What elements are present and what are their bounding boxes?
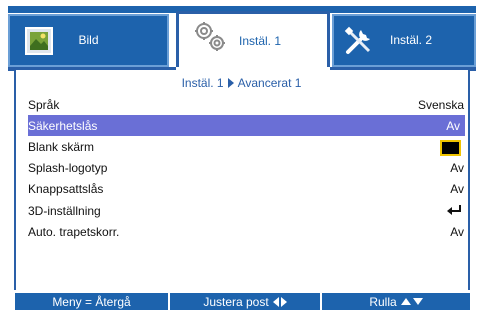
footer-scroll-hint: Rulla [322, 293, 470, 310]
row-value: Svenska [417, 98, 464, 112]
footer-adjust-hint: Justera post [170, 293, 322, 310]
menu-row-knappsattslas[interactable]: Knappsattslås Av [28, 178, 464, 199]
tab-instal-2-label: Instäl. 2 [390, 33, 433, 47]
left-arrow-icon [272, 296, 279, 307]
row-label: 3D-inställning [28, 204, 101, 218]
breadcrumb-child: Avancerat 1 [237, 76, 302, 90]
menu-row-splash-logotyp[interactable]: Splash-logotyp Av [28, 157, 464, 178]
tab-instal-1-label: Instäl. 1 [239, 34, 282, 48]
row-label: Auto. trapetskorr. [28, 225, 120, 239]
tab-instal-1[interactable]: Instäl. 1 [176, 11, 330, 67]
blank-screen-color-swatch[interactable] [440, 140, 461, 156]
tab-bild[interactable]: Bild [8, 14, 169, 67]
menu-row-3d-installning[interactable]: 3D-inställning [28, 200, 464, 221]
tools-icon [342, 24, 376, 58]
tab-bild-label: Bild [78, 33, 99, 47]
row-value: Av [446, 119, 460, 133]
up-arrow-icon [400, 298, 411, 305]
menu-row-auto-trapetskorr[interactable]: Auto. trapetskorr. Av [28, 221, 464, 242]
row-label: Knappsattslås [28, 182, 104, 196]
breadcrumb-parent: Instäl. 1 [181, 76, 224, 90]
menu-row-sprak[interactable]: Språk Svenska [28, 94, 464, 115]
row-value: Av [450, 225, 464, 239]
row-value: Av [450, 182, 464, 196]
row-label: Säkerhetslås [28, 119, 98, 133]
menu-row-blank-skarm[interactable]: Blank skärm [28, 136, 464, 157]
row-label: Blank skärm [28, 140, 95, 154]
footer-menu-hint: Meny = Återgå [15, 293, 170, 310]
down-arrow-icon [412, 298, 423, 305]
row-label: Splash-logotyp [28, 161, 108, 175]
row-value: Av [450, 161, 464, 175]
tab-instal-2[interactable]: Instäl. 2 [332, 14, 476, 67]
footer-menu-text: Meny = Återgå [52, 294, 131, 309]
menu-row-sakerhetslas[interactable]: Säkerhetslås Av [28, 115, 465, 136]
right-arrow-icon [280, 296, 287, 307]
breadcrumb: Instäl. 1 Avancerat 1 [0, 76, 483, 90]
gears-icon [193, 20, 227, 54]
enter-icon [447, 205, 461, 215]
footer-scroll-text: Rulla [369, 294, 397, 309]
breadcrumb-arrow-icon [227, 78, 234, 88]
row-label: Språk [28, 98, 60, 112]
footer-adjust-text: Justera post [203, 294, 269, 309]
footer-bar: Meny = Återgå Justera post Rulla [15, 293, 470, 310]
